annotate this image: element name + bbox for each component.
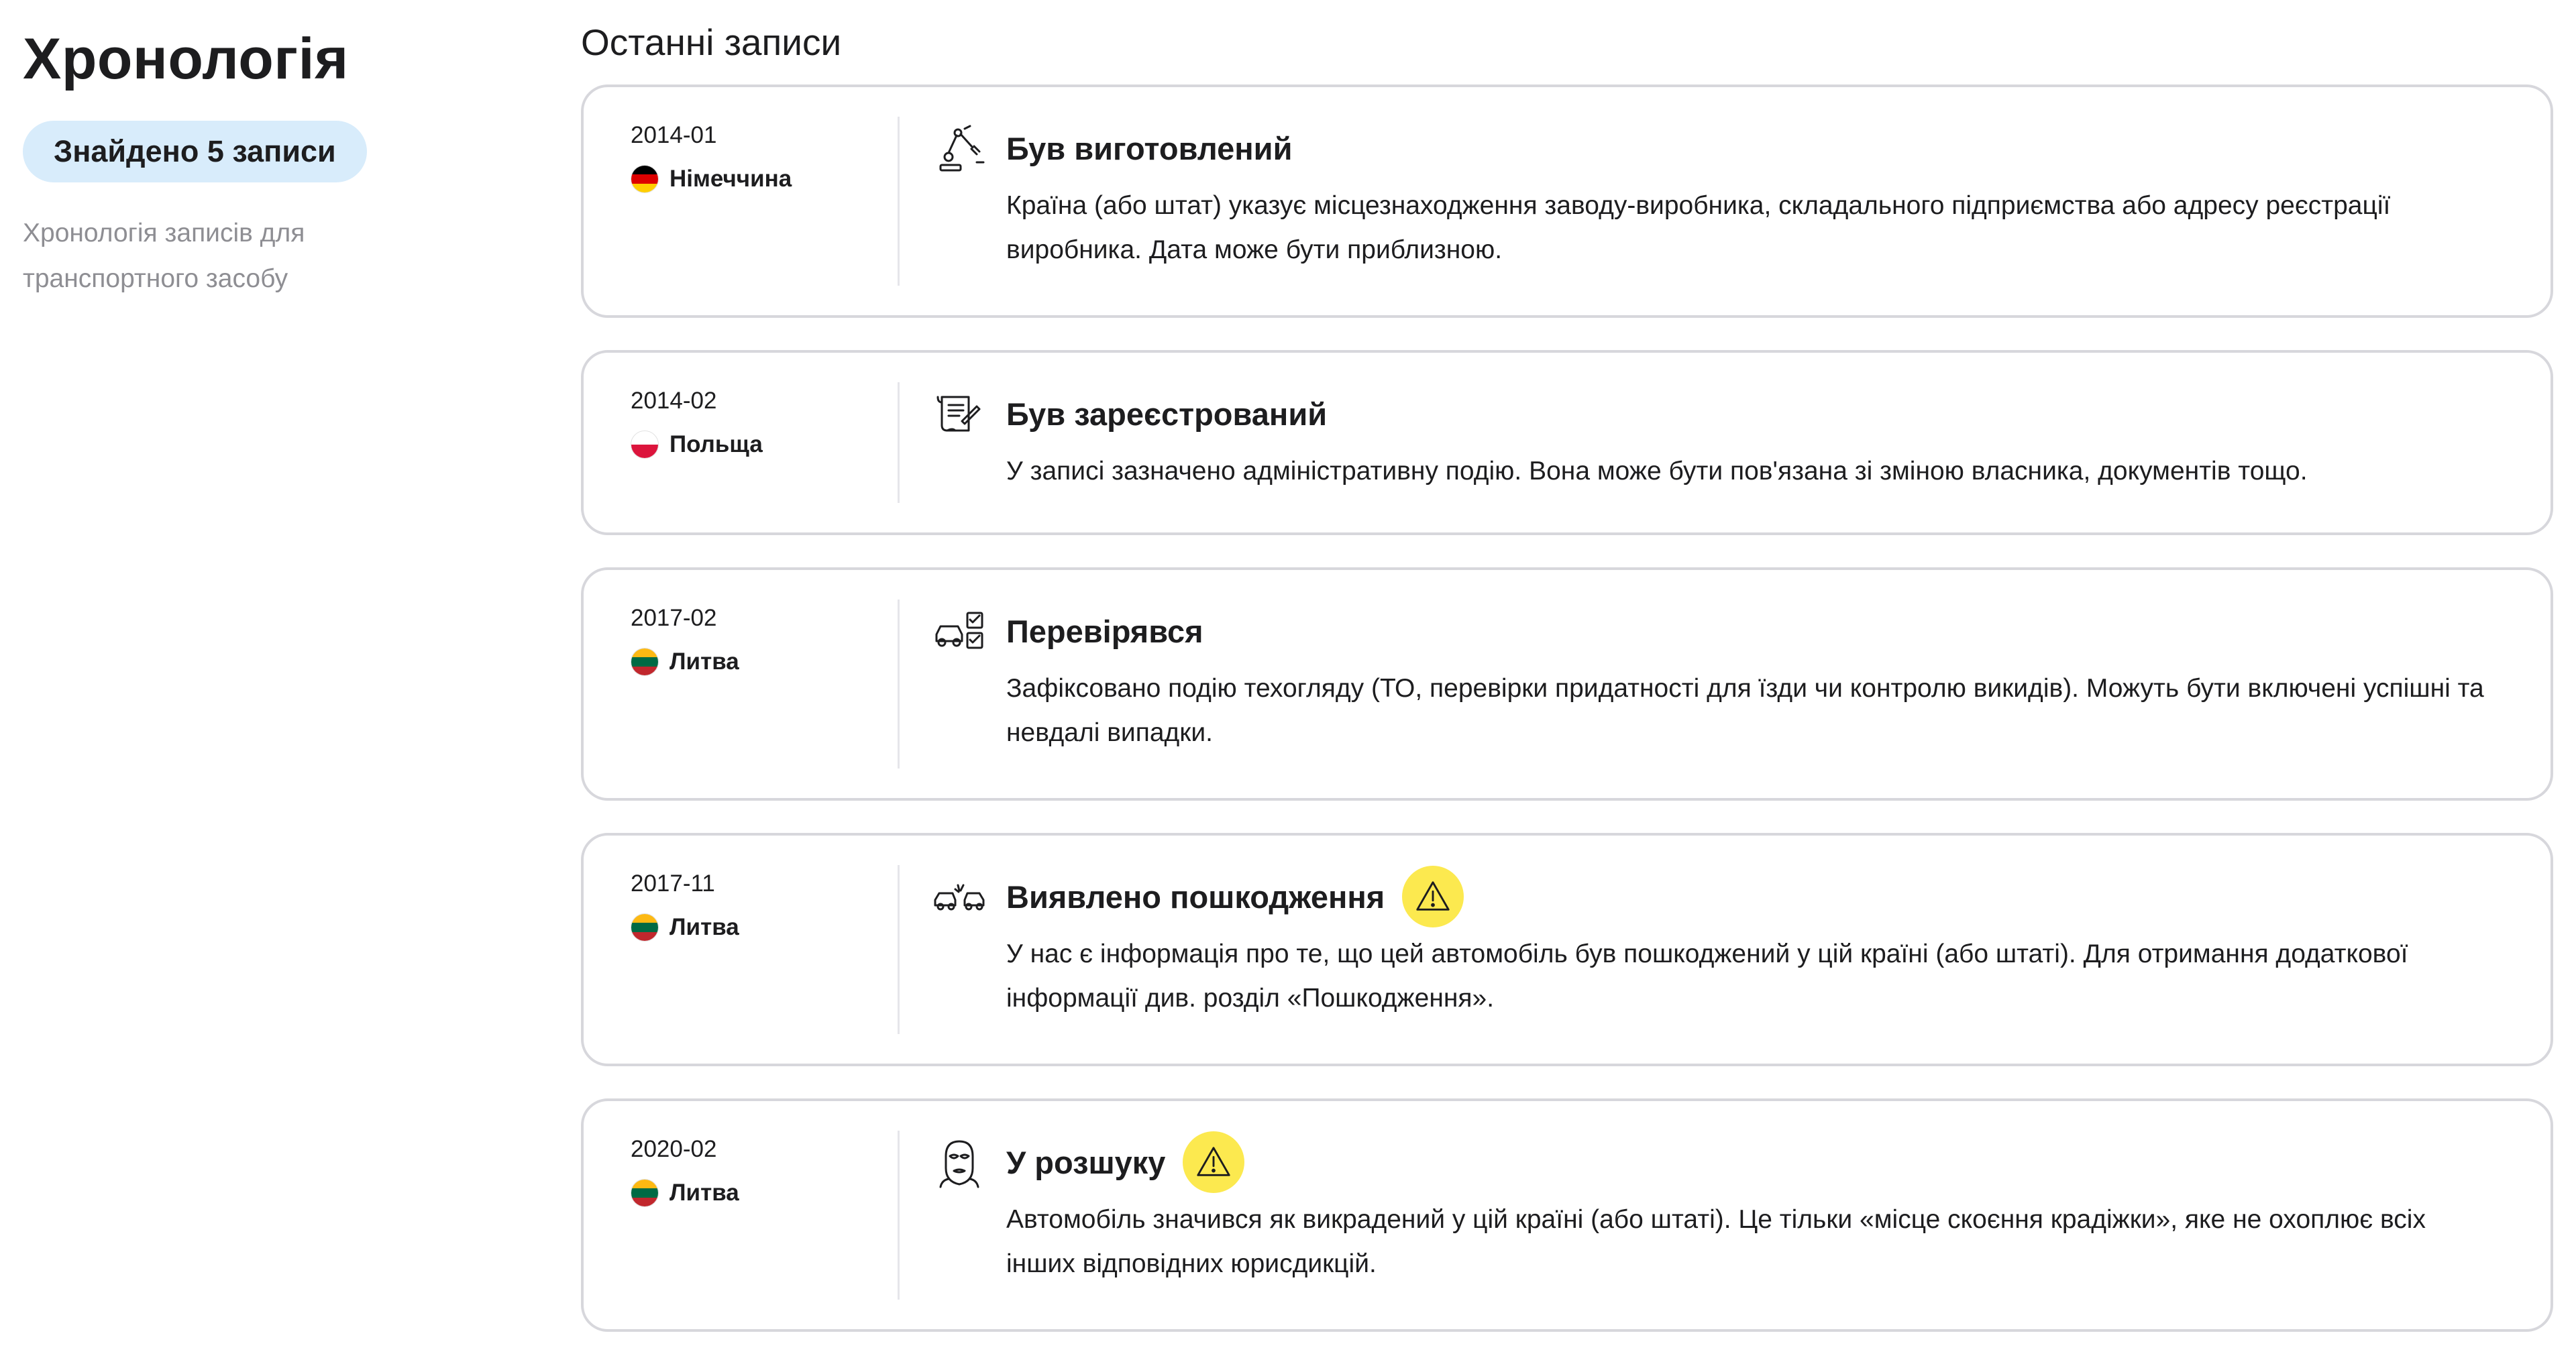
record-body: Перевірявся Зафіксовано подію техогляду … [1006, 604, 2490, 755]
record-country-name: Литва [669, 648, 739, 675]
record-meta: 2020-02 Литва [631, 1135, 885, 1207]
record-description: Країна (або штат) указує місцезнаходженн… [1006, 191, 2391, 264]
flag-poland-icon [631, 431, 659, 459]
record-divider [898, 117, 900, 286]
record-body: Виявлено пошкодження У нас є інформація … [1006, 866, 2490, 1021]
records-section: Останні записи 2014-01 Німеччина Був виг… [581, 19, 2553, 1364]
record-description: У нас є інформація про те, що цей автомо… [1006, 940, 2408, 1013]
record-country: Литва [631, 913, 885, 942]
record-date: 2020-02 [631, 1136, 717, 1162]
record-meta: 2014-01 Німеччина [631, 121, 885, 193]
records-count-badge: Знайдено 5 записи [23, 121, 367, 182]
record-title: Був виготовлений [1006, 130, 1293, 166]
record-card-inspected: 2017-02 Литва Перевірявся Зафіксовано по… [581, 567, 2553, 801]
record-meta: 2017-11 Литва [631, 869, 885, 942]
record-meta: 2014-02 Польща [631, 386, 885, 459]
record-title: Перевірявся [1006, 613, 1203, 649]
warning-icon [1402, 866, 1464, 927]
record-country-name: Литва [669, 914, 739, 940]
flag-lithuania-icon [631, 648, 659, 676]
flag-germany-icon [631, 165, 659, 193]
flag-lithuania-icon [631, 913, 659, 942]
record-card-manufactured: 2014-01 Німеччина Був виготовлений Країн… [581, 84, 2553, 318]
record-description: Зафіксовано подію техогляду (ТО, перевір… [1006, 674, 2484, 747]
thief-mask-icon [932, 1136, 986, 1190]
record-card-registered: 2014-02 Польща Був зареєстрований У запи… [581, 350, 2553, 535]
section-title: Останні записи [581, 21, 842, 63]
record-date: 2017-02 [631, 605, 717, 631]
record-body: Був зареєстрований У записі зазначено ад… [1006, 386, 2490, 494]
record-body: У розшуку Автомобіль значився як викраде… [1006, 1131, 2490, 1286]
record-date: 2017-11 [631, 870, 715, 897]
record-title: Був зареєстрований [1006, 396, 1328, 432]
record-country: Литва [631, 648, 885, 676]
robot-arm-icon [932, 122, 986, 176]
record-country: Литва [631, 1179, 885, 1207]
record-description: Автомобіль значився як викрадений у цій … [1006, 1205, 2426, 1278]
record-country: Польща [631, 431, 885, 459]
record-card-wanted: 2020-02 Литва У розшуку Автомобіль значи… [581, 1098, 2553, 1332]
record-divider [898, 865, 900, 1034]
page-title: Хронологія [23, 27, 349, 91]
record-body: Був виготовлений Країна (або штат) указу… [1006, 121, 2490, 272]
record-description: У записі зазначено адміністративну подію… [1006, 457, 2308, 486]
record-title: У розшуку [1006, 1144, 1166, 1180]
record-divider [898, 382, 900, 503]
record-meta: 2017-02 Литва [631, 604, 885, 676]
sidebar: Хронологія Знайдено 5 записи Хронологія … [23, 25, 492, 302]
record-card-damaged: 2017-11 Литва Виявлено пошкодження У нас… [581, 833, 2553, 1066]
document-icon [932, 388, 986, 441]
car-crash-icon [932, 870, 986, 924]
record-country-name: Німеччина [669, 166, 792, 192]
record-country-name: Литва [669, 1180, 739, 1206]
record-divider [898, 600, 900, 769]
record-country-name: Польща [669, 431, 763, 457]
record-date: 2014-02 [631, 388, 717, 414]
record-date: 2014-01 [631, 122, 717, 148]
flag-lithuania-icon [631, 1179, 659, 1207]
car-inspection-icon [932, 605, 986, 659]
record-country: Німеччина [631, 165, 885, 193]
warning-icon [1183, 1131, 1245, 1193]
sidebar-description: Хронологія записів для транспортного зас… [23, 219, 305, 293]
record-divider [898, 1131, 900, 1300]
record-title: Виявлено пошкодження [1006, 878, 1385, 915]
